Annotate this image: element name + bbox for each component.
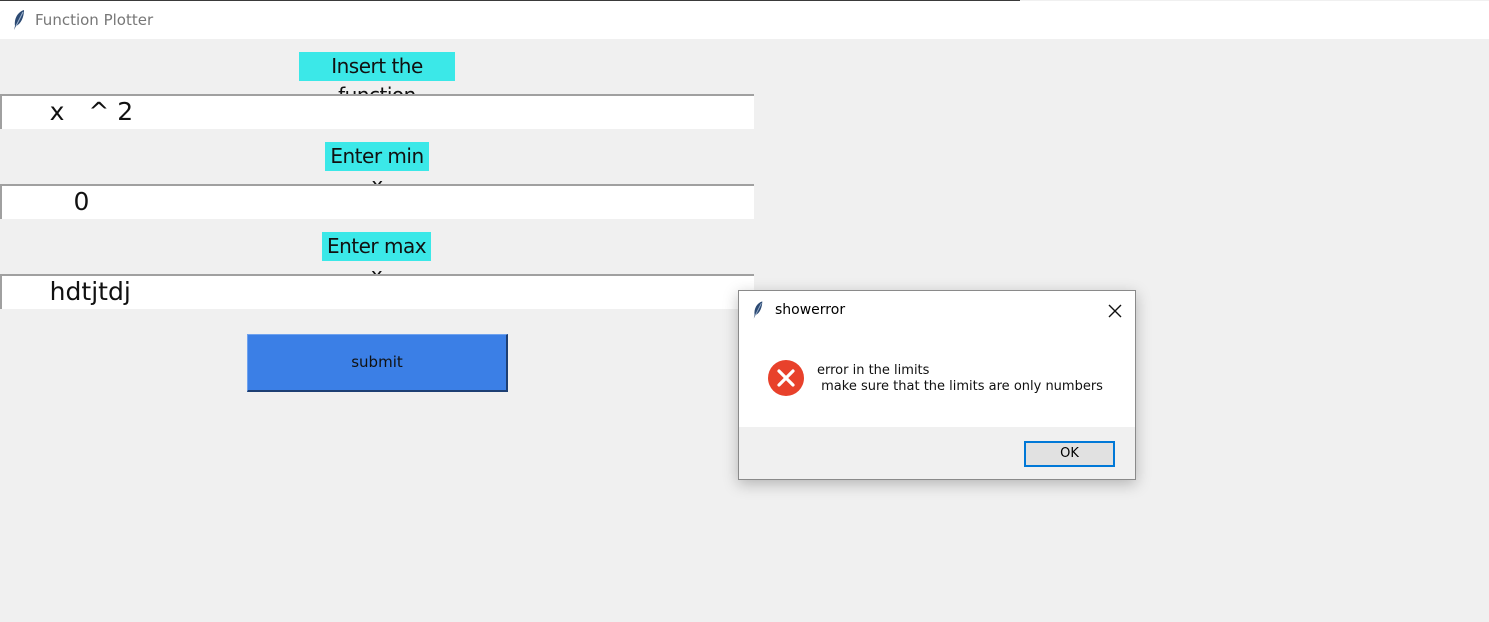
error-message-line2: make sure that the limits are only numbe… xyxy=(817,379,1103,394)
max-x-input[interactable]: hdtjtdj xyxy=(0,274,754,309)
error-dialog: showerror error in the limits make sure … xyxy=(738,290,1136,480)
error-message-line1: error in the limits xyxy=(817,363,930,378)
submit-button[interactable]: submit xyxy=(247,334,508,392)
error-x-icon xyxy=(768,360,804,396)
close-icon[interactable] xyxy=(1103,299,1127,323)
feather-icon xyxy=(14,10,24,30)
max-x-label: Enter max x xyxy=(322,232,431,287)
window-title: Function Plotter xyxy=(35,11,154,29)
ok-button[interactable]: OK xyxy=(1024,441,1115,467)
dialog-footer: OK xyxy=(739,427,1135,479)
function-input[interactable]: x ^ 2 xyxy=(0,94,754,129)
function-label: Insert the function xyxy=(299,52,455,107)
title-bar[interactable]: Function Plotter xyxy=(0,1,1489,39)
error-message: error in the limits make sure that the l… xyxy=(817,363,1103,395)
feather-icon xyxy=(753,301,763,319)
min-x-label: Enter min x xyxy=(325,142,429,197)
min-x-input[interactable]: 0 xyxy=(0,184,754,219)
dialog-title: showerror xyxy=(775,302,846,318)
